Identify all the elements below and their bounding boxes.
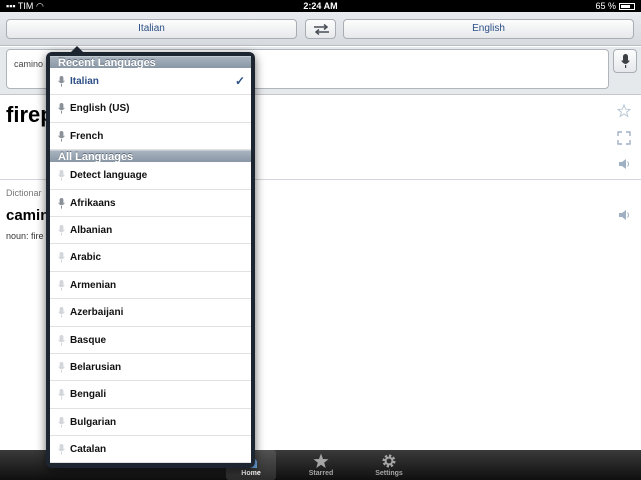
language-item-basque[interactable]: Basque: [50, 327, 251, 354]
tab-starred[interactable]: Starred: [296, 450, 346, 480]
tab-home-label: Home: [241, 470, 261, 477]
language-item-label: Afrikaans: [70, 197, 116, 209]
microphone-icon: [58, 444, 65, 455]
language-item-label: Bulgarian: [70, 416, 117, 428]
microphone-icon: [58, 389, 65, 400]
language-item-belarusian[interactable]: Belarusian: [50, 354, 251, 382]
dictionary-label: Dictionar: [6, 188, 42, 198]
language-item-french[interactable]: French: [50, 123, 251, 151]
microphone-icon: [621, 54, 630, 68]
all-languages-header: All Languages: [50, 150, 251, 163]
dictionary-definition: noun: fire: [6, 231, 44, 241]
app-window: ▪▪▪ TIM ◠ 2:24 AM 65 % Italian English c…: [0, 0, 641, 480]
language-item-label: Detect language: [70, 170, 148, 182]
microphone-icon: [58, 197, 65, 209]
speaker-icon[interactable]: [617, 157, 631, 171]
gear-icon: [382, 454, 396, 468]
language-bar: Italian English: [0, 12, 641, 46]
battery-percent: 65 %: [595, 1, 616, 11]
microphone-icon: [58, 416, 65, 428]
language-item-label: Basque: [70, 334, 107, 346]
language-item-label: French: [70, 130, 104, 142]
star-outline-icon[interactable]: [617, 104, 631, 118]
fullscreen-icon[interactable]: [617, 131, 631, 145]
source-language-button[interactable]: Italian: [6, 19, 297, 39]
language-item-arabic[interactable]: Arabic: [50, 244, 251, 272]
microphone-icon: [58, 76, 65, 87]
microphone-icon: [58, 130, 65, 142]
microphone-icon: [58, 307, 65, 318]
language-item-label: Arabic: [70, 252, 102, 264]
checkmark-icon: ✓: [234, 74, 245, 88]
language-item-english-us[interactable]: English (US): [50, 95, 251, 123]
dictionary-term: camin: [6, 207, 50, 224]
language-item-label: Albanian: [70, 224, 113, 236]
microphone-icon: [58, 279, 65, 291]
language-item-detect-language[interactable]: Detect language: [50, 162, 251, 190]
language-list[interactable]: Recent Languages Italian ✓ English (US) Fre…: [50, 56, 251, 463]
language-item-albanian[interactable]: Albanian: [50, 217, 251, 245]
microphone-icon: [58, 252, 65, 263]
microphone-icon: [58, 170, 65, 181]
battery-indicator: 65 %: [595, 0, 635, 12]
language-item-bengali[interactable]: Bengali: [50, 381, 251, 409]
swap-arrows-icon: [314, 24, 329, 35]
language-item-label: Armenian: [70, 279, 117, 291]
swap-languages-button[interactable]: [305, 19, 336, 39]
language-item-label: Azerbaijani: [70, 307, 124, 319]
tab-settings[interactable]: Settings: [364, 450, 414, 480]
language-item-label: Catalan: [70, 444, 107, 456]
language-item-label: Belarusian: [70, 361, 122, 373]
language-item-label: Italian: [70, 76, 99, 87]
tab-starred-label: Starred: [308, 470, 334, 477]
battery-icon: [619, 2, 635, 10]
language-item-italian[interactable]: Italian ✓: [50, 68, 251, 96]
popover-arrow: [70, 46, 84, 53]
microphone-icon: [58, 103, 65, 114]
recent-languages-header: Recent Languages: [50, 56, 251, 69]
tab-settings-label: Settings: [375, 470, 403, 477]
language-item-armenian[interactable]: Armenian: [50, 272, 251, 300]
status-bar: ▪▪▪ TIM ◠ 2:24 AM 65 %: [0, 0, 641, 12]
language-item-afrikaans[interactable]: Afrikaans: [50, 190, 251, 217]
language-item-label: Bengali: [70, 389, 107, 401]
language-item-label: English (US): [70, 103, 130, 115]
microphone-icon: [58, 334, 65, 346]
language-item-bulgarian[interactable]: Bulgarian: [50, 409, 251, 437]
star-icon: [313, 453, 329, 468]
language-picker-popover: Recent Languages Italian ✓ English (US) Fre…: [46, 46, 255, 468]
clock: 2:24 AM: [303, 1, 338, 11]
language-item-catalan[interactable]: Catalan: [50, 436, 251, 463]
microphone-icon: [58, 361, 65, 373]
dictionary-speaker-icon[interactable]: [617, 208, 631, 222]
microphone-icon: [58, 224, 65, 236]
target-language-button[interactable]: English: [343, 19, 634, 39]
language-item-azerbaijani[interactable]: Azerbaijani: [50, 299, 251, 327]
voice-input-button[interactable]: [613, 49, 637, 73]
